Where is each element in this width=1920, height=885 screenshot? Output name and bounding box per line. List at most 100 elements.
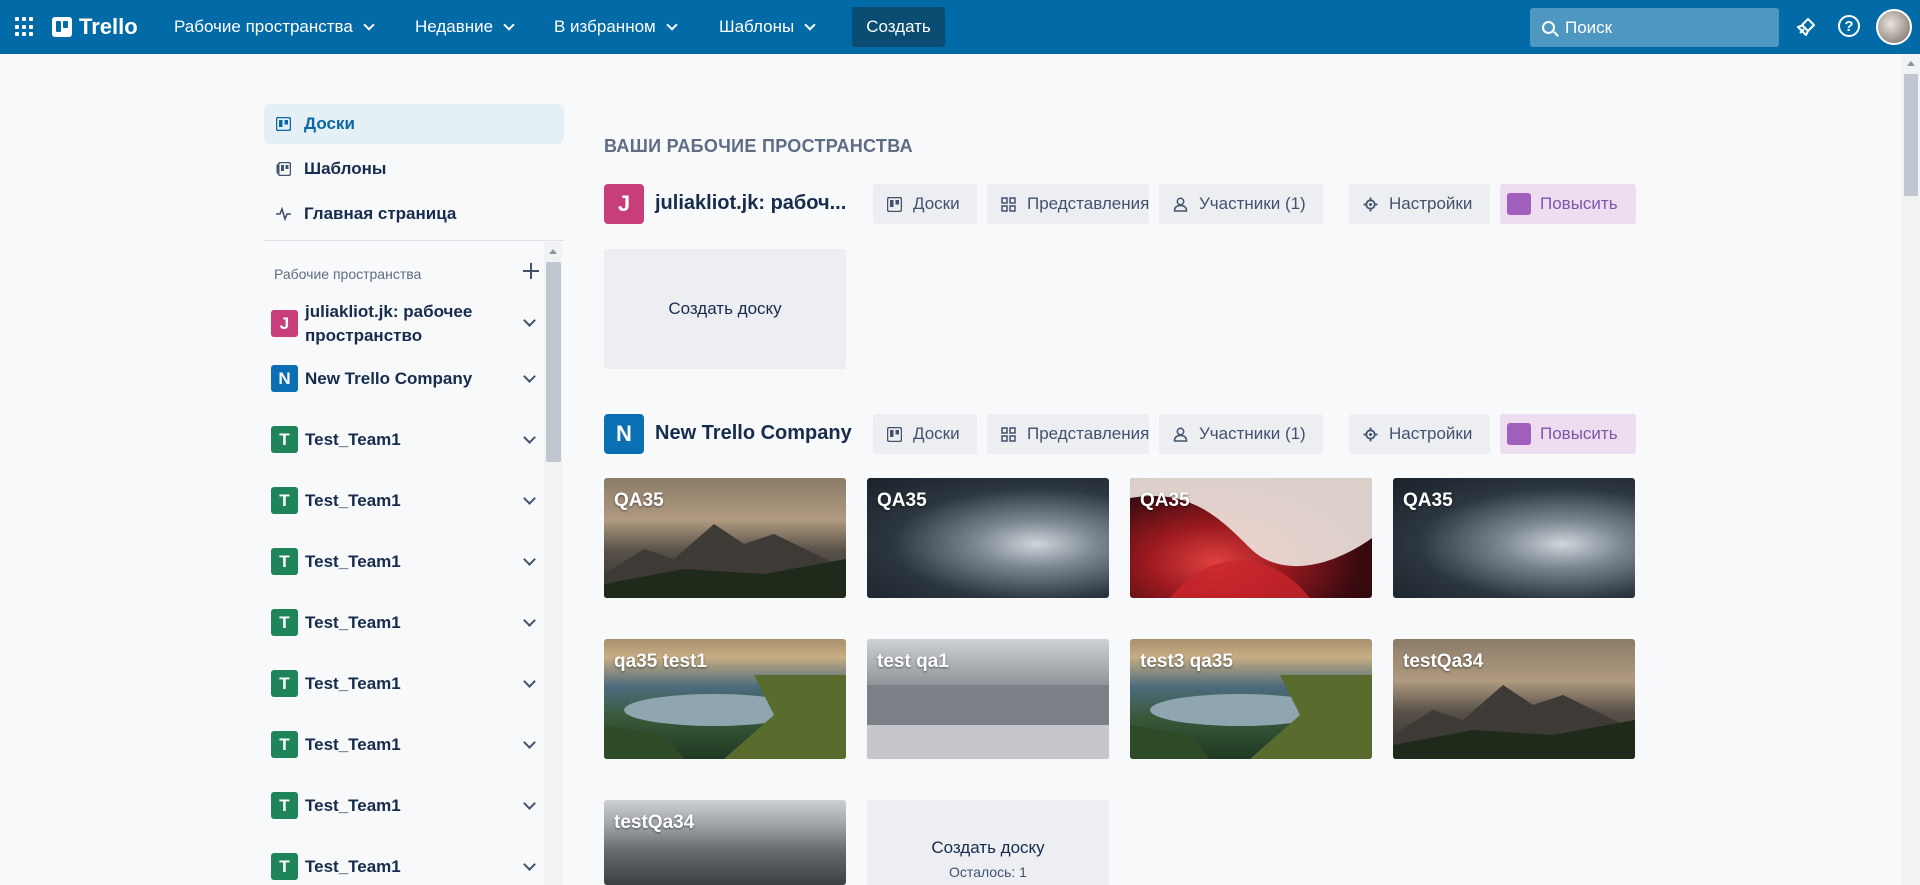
briefcase-icon bbox=[1507, 193, 1531, 215]
chevron-down-icon[interactable] bbox=[523, 736, 536, 749]
chevron-down-icon[interactable] bbox=[523, 614, 536, 627]
button-label: Повысить bbox=[1540, 194, 1618, 213]
nav-workspaces[interactable]: Рабочие пространства bbox=[166, 10, 381, 44]
chevron-down-icon[interactable] bbox=[523, 314, 536, 327]
briefcase-icon bbox=[1507, 423, 1531, 445]
button-label: Доски bbox=[913, 424, 960, 443]
app-switcher-icon[interactable] bbox=[15, 17, 35, 37]
create-button[interactable]: Создать bbox=[852, 7, 945, 47]
scroll-up-arrow-icon[interactable] bbox=[1907, 61, 1915, 66]
sidebar-templates-link[interactable]: Шаблоны bbox=[264, 149, 564, 189]
person-icon bbox=[1173, 427, 1188, 442]
notifications-icon[interactable] bbox=[1794, 15, 1818, 39]
board-background-image bbox=[604, 675, 846, 759]
sidebar-workspace-item[interactable]: T Test_Team1 bbox=[264, 667, 544, 701]
sidebar-workspace-item[interactable]: T Test_Team1 bbox=[264, 850, 544, 884]
search-input[interactable]: Поиск bbox=[1530, 8, 1779, 47]
help-icon[interactable]: ? bbox=[1838, 15, 1860, 37]
chevron-down-icon[interactable] bbox=[523, 370, 536, 383]
workspace-avatar: T bbox=[271, 731, 298, 758]
board-tile[interactable]: QA35 bbox=[867, 478, 1109, 598]
sidebar-workspace-item[interactable]: T Test_Team1 bbox=[264, 423, 544, 457]
sidebar-home-link[interactable]: Главная страница bbox=[264, 194, 564, 234]
board-title: testQa34 bbox=[1403, 651, 1484, 672]
workspace-members-button[interactable]: Участники (1) bbox=[1159, 184, 1323, 224]
logo-text: Trello bbox=[79, 14, 138, 39]
button-label: Участники (1) bbox=[1199, 424, 1306, 443]
gear-icon bbox=[1363, 427, 1378, 442]
board-tile[interactable]: qa35 test1 bbox=[604, 639, 846, 759]
sidebar-workspace-item[interactable]: T Test_Team1 bbox=[264, 606, 544, 640]
workspace-name[interactable]: juliakliot.jk: рабоч... bbox=[655, 192, 846, 215]
views-grid-icon bbox=[1001, 427, 1016, 442]
workspace-header: N New Trello Company Доски Представления… bbox=[604, 412, 1636, 456]
board-tile[interactable]: QA35 bbox=[1130, 478, 1372, 598]
page-title: ВАШИ РАБОЧИЕ ПРОСТРАНСТВА bbox=[604, 136, 913, 156]
workspace-avatar: T bbox=[271, 853, 298, 880]
chevron-down-icon[interactable] bbox=[523, 858, 536, 871]
chevron-down-icon[interactable] bbox=[523, 431, 536, 444]
workspace-header: J juliakliot.jk: рабоч... Доски Представ… bbox=[604, 182, 1636, 226]
board-tile[interactable]: testQa34 bbox=[604, 800, 846, 885]
workspace-upgrade-button[interactable]: Повысить bbox=[1500, 184, 1636, 224]
board-tile[interactable]: QA35 bbox=[604, 478, 846, 598]
workspace-name: Test_Team1 bbox=[305, 430, 401, 449]
search-placeholder: Поиск bbox=[1565, 17, 1613, 37]
nav-starred[interactable]: В избранном bbox=[546, 10, 684, 44]
workspace-boards-button[interactable]: Доски bbox=[873, 184, 977, 224]
sidebar-boards-link[interactable]: Доски bbox=[264, 104, 564, 144]
workspace-settings-button[interactable]: Настройки bbox=[1349, 184, 1490, 224]
board-tile[interactable]: QA35 bbox=[1393, 478, 1635, 598]
nav-recent[interactable]: Недавние bbox=[407, 10, 521, 44]
chevron-down-icon[interactable] bbox=[523, 492, 536, 505]
nav-starred-label: В избранном bbox=[554, 17, 656, 36]
board-title: testQa34 bbox=[614, 812, 695, 833]
add-workspace-icon[interactable] bbox=[522, 262, 540, 280]
workspace-avatar: T bbox=[271, 609, 298, 636]
workspace-avatar: N bbox=[604, 414, 644, 454]
template-icon bbox=[276, 162, 291, 176]
workspace-boards-button[interactable]: Доски bbox=[873, 414, 977, 454]
button-label: Настройки bbox=[1389, 424, 1473, 443]
sidebar-workspace-item[interactable]: T Test_Team1 bbox=[264, 545, 544, 579]
nav-templates-label: Шаблоны bbox=[719, 17, 795, 36]
user-avatar[interactable] bbox=[1876, 9, 1912, 45]
workspace-avatar: T bbox=[271, 487, 298, 514]
chevron-down-icon[interactable] bbox=[523, 675, 536, 688]
page-scrollbar-thumb[interactable] bbox=[1904, 74, 1918, 196]
board-tile[interactable]: testQa34 bbox=[1393, 639, 1635, 759]
boards-remaining-label: Осталось: 1 bbox=[949, 864, 1027, 880]
workspace-name: Test_Team1 bbox=[305, 613, 401, 632]
board-title: qa35 test1 bbox=[614, 651, 707, 672]
board-tile[interactable]: test qa1 bbox=[867, 639, 1109, 759]
nav-templates[interactable]: Шаблоны bbox=[711, 10, 822, 44]
gear-icon bbox=[1363, 197, 1378, 212]
board-icon bbox=[887, 427, 902, 442]
chevron-down-icon bbox=[666, 18, 678, 31]
chevron-down-icon[interactable] bbox=[523, 553, 536, 566]
sidebar-workspace-item[interactable]: N New Trello Company bbox=[264, 362, 544, 396]
workspace-name[interactable]: New Trello Company bbox=[655, 422, 852, 445]
workspace-views-button[interactable]: Представления bbox=[987, 414, 1149, 454]
sidebar-workspace-item[interactable]: T Test_Team1 bbox=[264, 728, 544, 762]
scroll-up-arrow-icon[interactable] bbox=[549, 249, 557, 254]
sidebar-workspace-item[interactable]: T Test_Team1 bbox=[264, 484, 544, 518]
create-board-tile[interactable]: Создать доску Осталось: 1 bbox=[867, 800, 1109, 885]
create-board-tile[interactable]: Создать доску bbox=[604, 249, 846, 369]
chevron-down-icon[interactable] bbox=[523, 797, 536, 810]
workspace-avatar: T bbox=[271, 426, 298, 453]
board-tile[interactable]: test3 qa35 bbox=[1130, 639, 1372, 759]
workspace-views-button[interactable]: Представления bbox=[987, 184, 1149, 224]
sidebar-workspace-item[interactable]: T Test_Team1 bbox=[264, 789, 544, 823]
trello-logo[interactable]: Trello bbox=[52, 14, 138, 40]
sidebar-scrollbar-thumb[interactable] bbox=[546, 262, 561, 462]
button-label: Настройки bbox=[1389, 194, 1473, 213]
workspace-members-button[interactable]: Участники (1) bbox=[1159, 414, 1323, 454]
workspace-name: Test_Team1 bbox=[305, 735, 401, 754]
workspace-name: Test_Team1 bbox=[305, 491, 401, 510]
sidebar-templates-label: Шаблоны bbox=[304, 159, 387, 178]
workspace-upgrade-button[interactable]: Повысить bbox=[1500, 414, 1636, 454]
sidebar-workspace-item[interactable]: J juliakliot.jk: рабочее пространство bbox=[264, 298, 544, 350]
workspace-settings-button[interactable]: Настройки bbox=[1349, 414, 1490, 454]
nav-workspaces-label: Рабочие пространства bbox=[174, 17, 353, 36]
